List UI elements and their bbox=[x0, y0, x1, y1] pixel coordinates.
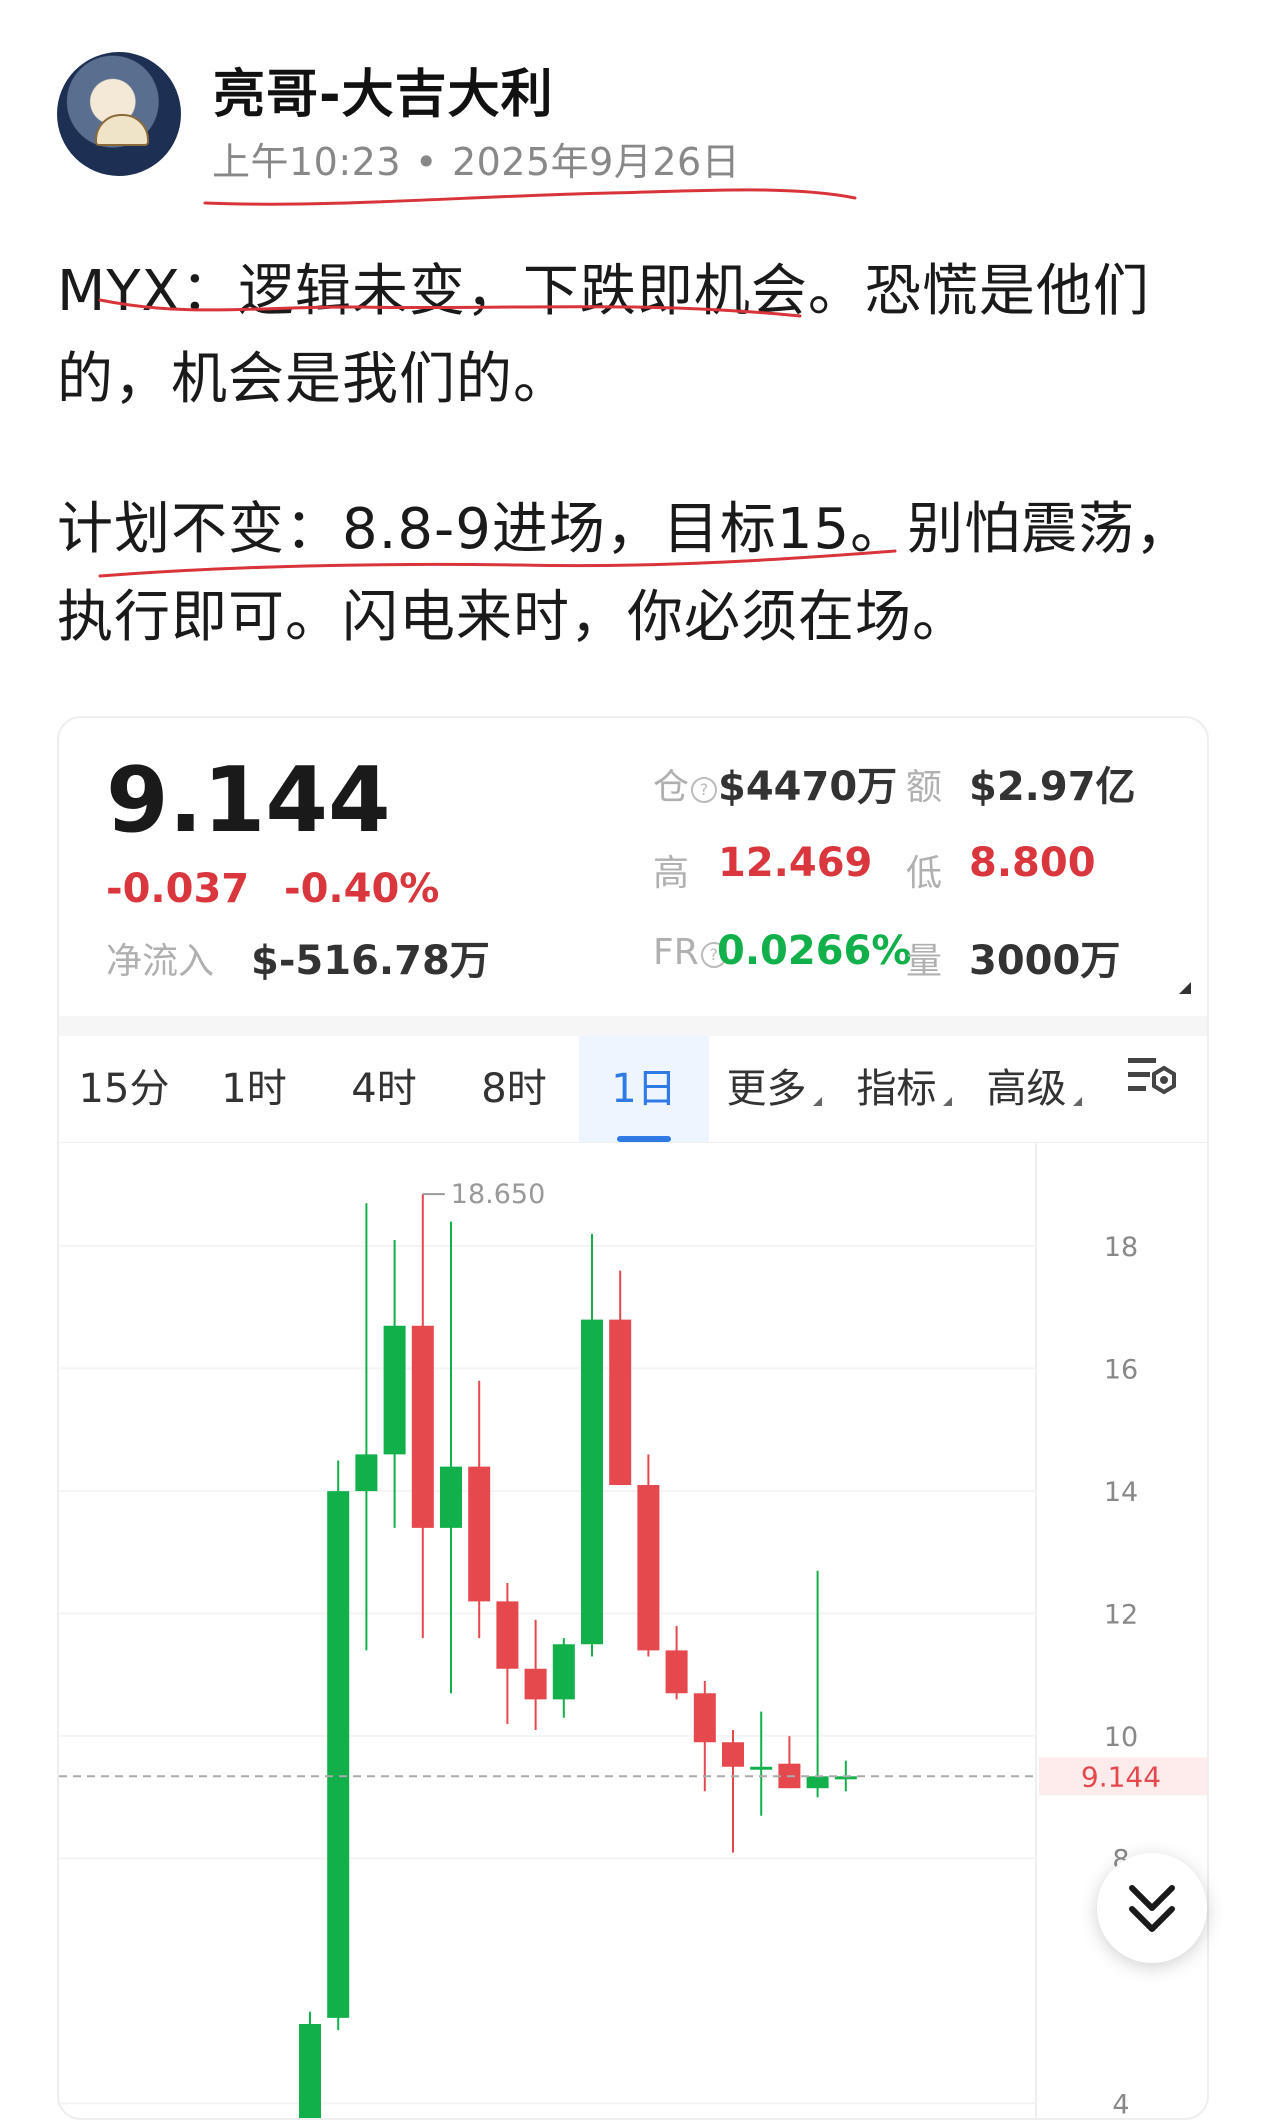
tab-1d[interactable]: 1日 bbox=[579, 1036, 709, 1142]
post-body: MYX：逻辑未变，下跌即机会。恐慌是他们的，机会是我们的。 计划不变：8.8-9… bbox=[57, 248, 1217, 662]
candle[interactable] bbox=[299, 2011, 321, 2120]
candle-body bbox=[552, 1644, 575, 1700]
candle[interactable] bbox=[693, 1681, 716, 1792]
open-interest-label: 仓? bbox=[653, 758, 718, 810]
amount-value: $2.97亿 bbox=[969, 764, 1136, 810]
candle-body bbox=[581, 1319, 603, 1645]
volume-label: 量 bbox=[906, 941, 943, 982]
y-tick-label: 10 bbox=[1104, 1722, 1138, 1753]
max-price-annotation: 18.650 bbox=[451, 1179, 545, 1210]
funding-rate-label: FR? bbox=[653, 932, 727, 973]
candle[interactable] bbox=[383, 1240, 406, 1528]
candle-body bbox=[750, 1766, 773, 1770]
double-chevron-down-icon bbox=[1129, 1885, 1175, 1932]
candle[interactable] bbox=[327, 1460, 350, 2031]
open-interest-value: $4470万 bbox=[718, 764, 898, 810]
expand-corner-icon[interactable] bbox=[1179, 982, 1191, 994]
net-inflow-label: 净流入 bbox=[106, 941, 215, 982]
candle-body bbox=[693, 1693, 716, 1743]
author-name[interactable]: 亮哥-大吉大利 bbox=[213, 52, 554, 127]
candle-body bbox=[496, 1601, 519, 1669]
candle[interactable] bbox=[552, 1638, 575, 1718]
tab-more[interactable]: 更多 bbox=[709, 1036, 839, 1142]
candle[interactable] bbox=[665, 1625, 688, 1700]
y-tick-label: 18 bbox=[1104, 1232, 1138, 1263]
net-inflow-value: $-516.78万 bbox=[251, 938, 490, 984]
candle-body bbox=[665, 1650, 688, 1694]
candle[interactable] bbox=[806, 1570, 829, 1798]
y-tick-label: 12 bbox=[1104, 1599, 1138, 1630]
section-divider bbox=[59, 1016, 1207, 1036]
timeframe-tabs: 15分 1时 4时 8时 1日 更多 指标 高级 bbox=[59, 1036, 1207, 1142]
candle-body bbox=[609, 1319, 632, 1485]
price-change: -0.037 bbox=[106, 866, 250, 912]
last-price: 9.144 bbox=[106, 748, 391, 853]
candle[interactable] bbox=[609, 1270, 632, 1485]
volume-value: 3000万 bbox=[969, 938, 1121, 984]
tab-indicators[interactable]: 指标 bbox=[839, 1036, 969, 1142]
scroll-down-button[interactable] bbox=[1097, 1853, 1207, 1963]
candle-body bbox=[299, 2024, 321, 2118]
candle-body bbox=[383, 1325, 406, 1455]
high-value: 12.469 bbox=[718, 840, 873, 886]
candle[interactable] bbox=[750, 1711, 773, 1816]
funding-rate-value: 0.0266% bbox=[717, 928, 912, 974]
candle[interactable] bbox=[722, 1730, 744, 1853]
candle[interactable] bbox=[637, 1454, 660, 1657]
current-price-text: 9.144 bbox=[1081, 1760, 1161, 1793]
candles-group bbox=[299, 1194, 857, 2120]
y-tick-label: 16 bbox=[1104, 1354, 1138, 1385]
tab-1h[interactable]: 1时 bbox=[189, 1036, 319, 1142]
candle[interactable] bbox=[581, 1233, 603, 1657]
candle[interactable] bbox=[778, 1736, 801, 1789]
y-axis-labels: 181614121084 bbox=[1104, 1232, 1138, 2120]
avatar[interactable] bbox=[57, 52, 181, 176]
candle-body bbox=[355, 1454, 378, 1492]
tab-8h[interactable]: 8时 bbox=[449, 1036, 579, 1142]
candle[interactable] bbox=[440, 1221, 462, 1694]
candle-body bbox=[327, 1491, 350, 2018]
candle[interactable] bbox=[524, 1619, 547, 1730]
chart-settings-icon[interactable] bbox=[1126, 1050, 1180, 1104]
help-icon[interactable]: ? bbox=[691, 777, 718, 803]
low-value: 8.800 bbox=[969, 840, 1096, 886]
candle[interactable] bbox=[496, 1583, 519, 1724]
amount-label: 额 bbox=[906, 767, 943, 808]
candlestick-chart[interactable]: 181614121084 9.144 18.650 bbox=[59, 1142, 1207, 2120]
tab-advanced[interactable]: 高级 bbox=[969, 1036, 1099, 1142]
candle-body bbox=[806, 1776, 829, 1789]
market-card[interactable]: 9.144 -0.037 -0.40% 净流入 $-516.78万 仓? $44… bbox=[57, 716, 1209, 2120]
meta-separator: • bbox=[415, 140, 438, 184]
y-tick-label: 4 bbox=[1112, 2089, 1129, 2120]
post-date: 2025年9月26日 bbox=[451, 140, 741, 184]
y-tick-label: 14 bbox=[1104, 1477, 1138, 1508]
tab-4h[interactable]: 4时 bbox=[319, 1036, 449, 1142]
candle-body bbox=[468, 1466, 491, 1602]
fan-graphic bbox=[95, 114, 149, 146]
post-meta: 上午10:23 • 2025年9月26日 bbox=[212, 131, 740, 186]
candle[interactable] bbox=[411, 1194, 434, 1639]
candle-body bbox=[524, 1668, 547, 1700]
candle-body bbox=[411, 1325, 434, 1528]
post-paragraph-1: MYX：逻辑未变，下跌即机会。恐慌是他们的，机会是我们的。 bbox=[57, 259, 1150, 412]
candle-body bbox=[722, 1742, 744, 1767]
high-label: 高 bbox=[653, 853, 690, 894]
post-paragraph-2: 计划不变：8.8-9进场，目标15。别怕震荡，执行即可。闪电来时，你必须在场。 bbox=[57, 497, 1193, 650]
dropdown-triangle-icon bbox=[812, 1097, 822, 1106]
dropdown-triangle-icon bbox=[942, 1097, 952, 1106]
post-time: 上午10:23 bbox=[212, 140, 402, 184]
tab-15min[interactable]: 15分 bbox=[59, 1036, 189, 1142]
low-label: 低 bbox=[906, 853, 943, 894]
candle[interactable] bbox=[468, 1380, 491, 1639]
candle-body bbox=[637, 1485, 660, 1651]
price-change-pct: -0.40% bbox=[284, 866, 440, 912]
chart-grid bbox=[59, 1244, 1036, 2105]
dropdown-triangle-icon bbox=[1072, 1097, 1082, 1106]
candle-body bbox=[440, 1466, 462, 1528]
candle[interactable] bbox=[355, 1203, 378, 1651]
